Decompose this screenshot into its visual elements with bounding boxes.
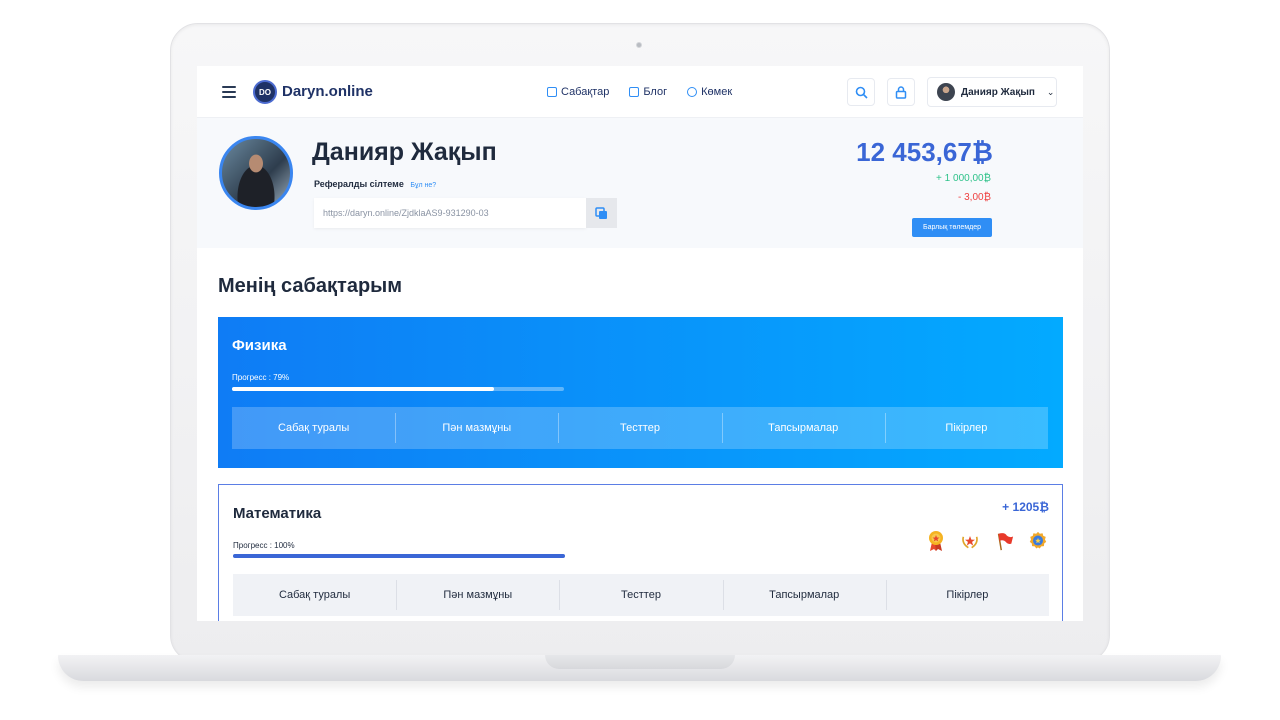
top-header: DO Daryn.online Сабақтар Блог Көмек Дани… (197, 66, 1083, 118)
progress-bar (233, 554, 565, 558)
expense-amount: - 3,00₿ (958, 192, 991, 203)
tab-assignments[interactable]: Тапсырмалар (722, 574, 886, 616)
bonus-amount: + 1205₿ (1002, 500, 1049, 514)
referral-label-text: Рефералды сілтеме (314, 179, 404, 189)
copy-icon (595, 206, 607, 219)
tab-tests[interactable]: Тесттер (558, 407, 721, 449)
copy-button[interactable] (586, 198, 617, 228)
referral-link-field[interactable] (314, 198, 586, 228)
tab-content[interactable]: Пән мазмұны (396, 574, 559, 616)
progress-fill (233, 554, 565, 558)
course-card-math: Математика + 1205₿ Прогресс : 100% Сабақ… (218, 484, 1063, 621)
screen: DO Daryn.online Сабақтар Блог Көмек Дани… (197, 66, 1083, 621)
camera-icon (636, 42, 642, 48)
chevron-down-icon: ⌄ (1046, 86, 1055, 97)
tab-reviews[interactable]: Пікірлер (885, 574, 1049, 616)
notebook-icon (629, 87, 640, 97)
menu-icon[interactable] (222, 86, 236, 98)
progress-label: Прогресс : 79% (232, 373, 290, 382)
lock-button[interactable] (887, 78, 915, 106)
referral-help-link[interactable]: Бұл не? (410, 182, 436, 189)
course-title[interactable]: Физика (232, 337, 287, 354)
medal-icon (926, 530, 946, 552)
laurel-star-icon (960, 530, 980, 552)
logo-badge[interactable]: DO (253, 80, 277, 104)
progress-label: Прогресс : 100% (233, 541, 295, 550)
avatar (937, 83, 955, 101)
nav-blog-label: Блог (643, 86, 668, 98)
tab-about[interactable]: Сабақ туралы (232, 407, 395, 449)
laptop-notch (545, 655, 735, 669)
profile-avatar (219, 136, 293, 210)
tab-tests[interactable]: Тесттер (559, 574, 722, 616)
tab-assignments[interactable]: Тапсырмалар (721, 407, 885, 449)
flag-icon (994, 530, 1014, 552)
course-tabs: Сабақ туралы Пән мазмұны Тесттер Тапсырм… (233, 574, 1049, 616)
section-title: Менің сабақтарым (218, 275, 403, 297)
all-payments-button[interactable]: Барлық төлемдер (912, 218, 992, 237)
logo-text[interactable]: Daryn.online (282, 83, 373, 100)
lock-icon (895, 85, 907, 99)
balance-amount: 12 453,67₿ (856, 137, 993, 167)
tab-about[interactable]: Сабақ туралы (233, 574, 396, 616)
main-nav: Сабақтар Блог Көмек (547, 86, 732, 98)
nav-lessons-label: Сабақтар (561, 86, 610, 98)
progress-fill (232, 387, 495, 391)
profile-name: Данияр Жақып (312, 138, 497, 166)
book-icon (547, 87, 557, 97)
tab-reviews[interactable]: Пікірлер (884, 407, 1048, 449)
search-button[interactable] (847, 78, 875, 106)
award-icon (1028, 530, 1048, 552)
course-tabs: Сабақ туралы Пән мазмұны Тесттер Тапсырм… (232, 407, 1048, 449)
nav-help-label: Көмек (701, 86, 733, 98)
user-name: Данияр Жақып (961, 86, 1035, 98)
tab-content[interactable]: Пән мазмұны (395, 407, 558, 449)
progress-bar (232, 387, 564, 391)
profile-panel: Данияр Жақып Рефералды сілтеме Бұл не? 1… (197, 118, 1083, 248)
nav-lessons[interactable]: Сабақтар (547, 86, 609, 98)
nav-help[interactable]: Көмек (687, 86, 732, 98)
income-amount: + 1 000,00₿ (936, 173, 991, 184)
achievement-badges (926, 530, 1048, 552)
user-menu[interactable]: Данияр Жақып ⌄ (927, 77, 1057, 107)
course-card-physics: Физика Прогресс : 79% Сабақ туралы Пән м… (218, 317, 1063, 468)
chat-bubble-icon (687, 87, 698, 97)
nav-blog[interactable]: Блог (629, 86, 667, 98)
search-icon (855, 86, 868, 99)
course-title[interactable]: Математика (233, 505, 321, 522)
referral-label: Рефералды сілтеме Бұл не? (314, 179, 436, 189)
